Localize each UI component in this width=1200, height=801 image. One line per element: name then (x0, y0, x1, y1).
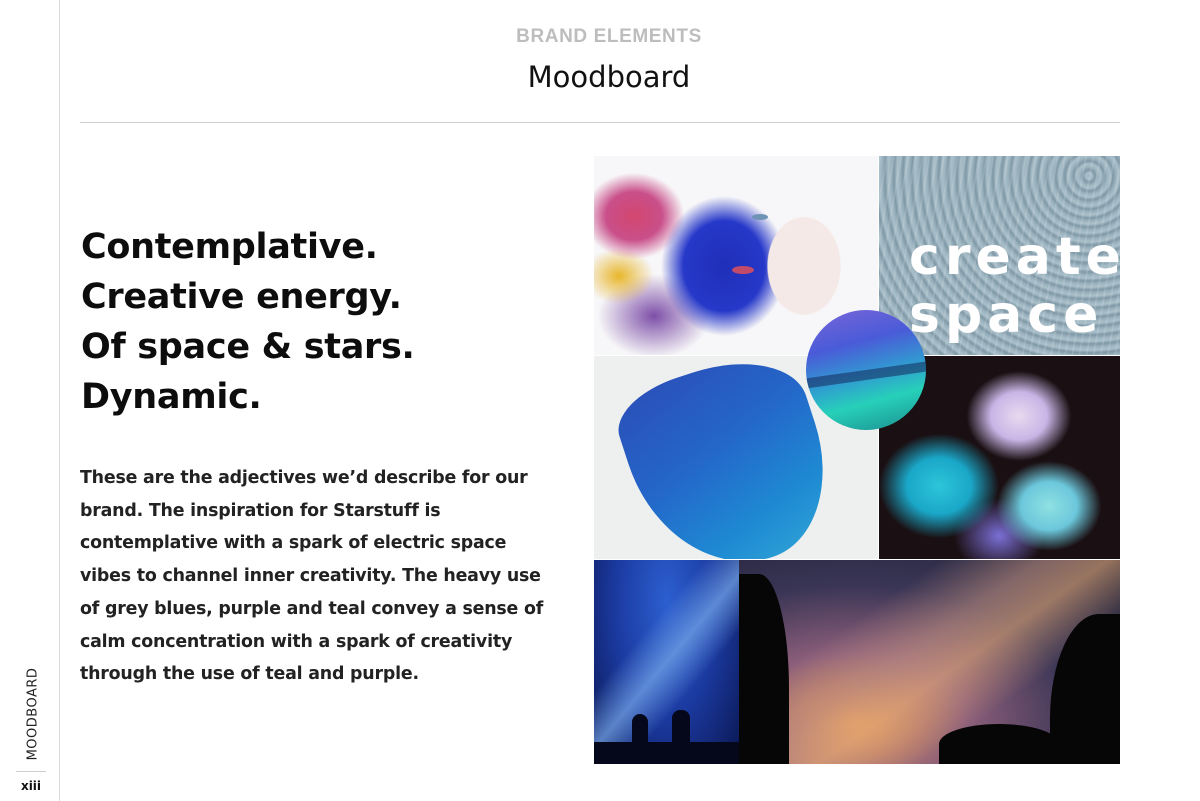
headline: Contemplative. Creative energy. Of space… (81, 222, 561, 422)
paint-ridge (806, 360, 926, 390)
tree-silhouette (939, 724, 1059, 764)
page-number: xiii (20, 779, 42, 793)
face-lips (732, 266, 754, 274)
headline-line: Contemplative. (81, 227, 378, 267)
sidebar-divider (59, 0, 60, 801)
teal-purple-paint-circle-image (806, 310, 926, 430)
tree-silhouette (739, 574, 789, 764)
sidebar-section-label: MOODBOARD (25, 667, 41, 761)
create-space-text: create space (909, 228, 1120, 344)
headline-line: Creative energy. (81, 277, 402, 317)
ground-silhouette (594, 742, 739, 764)
create-text-line: create (909, 227, 1120, 287)
swirl-texture-image: create space (879, 156, 1120, 355)
person-silhouette (672, 710, 690, 754)
page-title: Moodboard (527, 60, 691, 94)
headline-line: Dynamic. (81, 377, 262, 417)
tree-silhouette (1050, 614, 1120, 764)
person-silhouette (632, 714, 648, 754)
face-eye (752, 214, 768, 220)
sidebar-page-rule (16, 771, 46, 772)
milky-way-image (739, 560, 1120, 764)
starry-sky-silhouettes-image (594, 560, 739, 764)
space-text-line: space (909, 285, 1104, 345)
header-divider (80, 122, 1120, 123)
body-paragraph: These are the adjectives we’d describe f… (80, 468, 544, 685)
headline-line: Of space & stars. (81, 327, 415, 367)
section-kicker: BRAND ELEMENTS (516, 26, 702, 47)
